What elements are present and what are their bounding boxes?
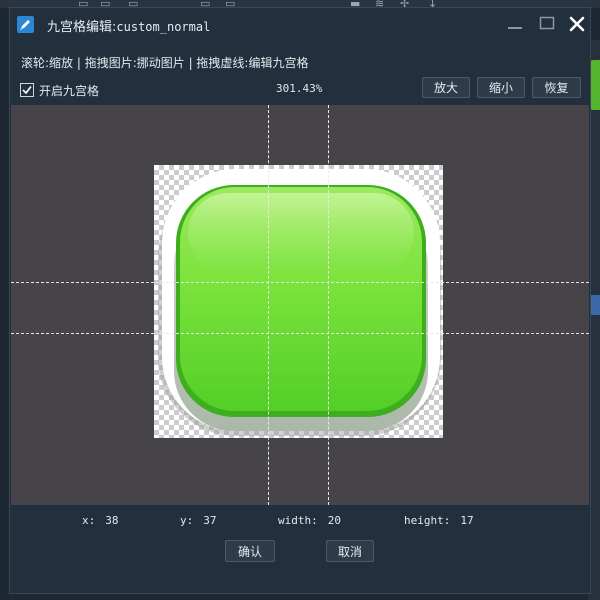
checkmark-icon — [22, 86, 32, 95]
usage-hint: 滚轮:缩放 | 拖拽图片:挪动图片 | 拖拽虚线:编辑九宫格 — [21, 56, 309, 70]
maximize-button[interactable] — [536, 13, 558, 35]
confirm-button[interactable]: 确认 — [225, 540, 275, 562]
stat-height: height: 17 — [404, 514, 474, 527]
window-title-prefix: 九宫格编辑: — [47, 20, 117, 35]
zoom-out-button[interactable]: 缩小 — [477, 77, 525, 98]
nine-slice-checkbox[interactable] — [20, 83, 34, 97]
edit-pencil-icon — [17, 16, 34, 33]
green-rounded-button-image — [158, 169, 441, 436]
guide-line-left[interactable] — [268, 105, 269, 505]
window-title-name: custom_normal — [116, 20, 211, 34]
nine-slice-editor-dialog: 九宫格编辑:custom_normal 滚轮:缩放 | 拖拽图片:挪动图片 | … — [9, 7, 591, 594]
stat-y: y: 37 — [180, 514, 217, 527]
stat-width-label: width: — [278, 514, 318, 527]
close-button[interactable] — [566, 13, 588, 35]
title-bar[interactable]: 九宫格编辑:custom_normal — [10, 8, 590, 41]
nine-slice-toggle[interactable]: 开启九宫格 — [20, 81, 99, 99]
close-icon — [569, 16, 585, 32]
stat-x-label: x: — [82, 514, 96, 527]
reset-button[interactable]: 恢复 — [532, 77, 581, 98]
stat-height-value: 17 — [460, 514, 474, 527]
stat-x: x: 38 — [82, 514, 119, 527]
minimize-button[interactable] — [504, 13, 526, 35]
preview-image[interactable] — [154, 165, 443, 438]
minimize-icon — [508, 27, 522, 29]
stat-width-value: 20 — [327, 514, 341, 527]
stat-x-value: 38 — [105, 514, 119, 527]
preview-canvas[interactable] — [11, 105, 589, 505]
maximize-icon — [539, 16, 555, 30]
guide-line-right[interactable] — [328, 105, 329, 505]
stat-y-label: y: — [180, 514, 194, 527]
slice-stats: x: 38 y: 37 width: 20 height: 17 — [10, 514, 590, 530]
cancel-button[interactable]: 取消 — [326, 540, 374, 562]
guide-line-top[interactable] — [11, 282, 589, 283]
guide-line-bottom[interactable] — [11, 333, 589, 334]
window-title: 九宫格编辑:custom_normal — [47, 16, 210, 35]
nine-slice-checkbox-label: 开启九宫格 — [39, 83, 100, 98]
stat-y-value: 37 — [203, 514, 217, 527]
stat-height-label: height: — [404, 514, 451, 527]
zoom-percentage: 301.43% — [276, 82, 323, 95]
zoom-in-button[interactable]: 放大 — [422, 77, 470, 98]
stat-width: width: 20 — [278, 514, 341, 527]
